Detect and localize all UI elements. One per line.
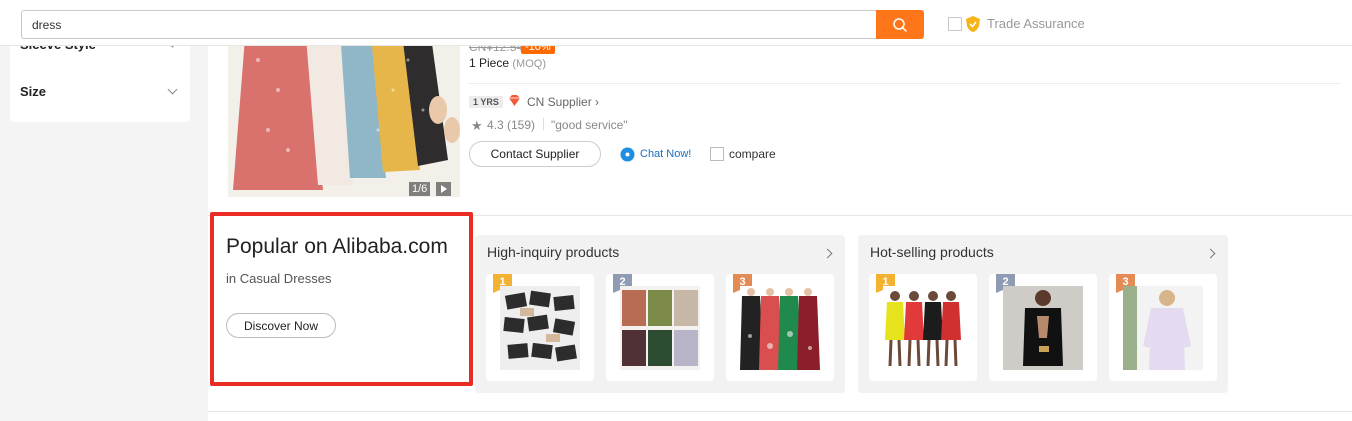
rec-product-thumb[interactable]: 2 bbox=[606, 274, 714, 381]
product-photo-icon bbox=[620, 286, 700, 370]
moq-quantity: 1 Piece bbox=[469, 56, 510, 70]
main-panel: 1/6 CN¥12.54 -10% 1 Piece (MOQ) 1 YRS CN… bbox=[208, 0, 1352, 421]
trade-assurance-checkbox[interactable] bbox=[948, 17, 962, 31]
chevron-right-icon[interactable] bbox=[822, 248, 833, 259]
rec-title: Hot-selling products bbox=[870, 244, 994, 260]
years-badge: 1 YRS bbox=[469, 96, 503, 108]
supplier-link[interactable]: CN Supplier › bbox=[527, 95, 599, 109]
compare-label: compare bbox=[729, 147, 776, 161]
rec-title: High-inquiry products bbox=[487, 244, 620, 260]
popular-section: Popular on Alibaba.com in Casual Dresses… bbox=[210, 212, 473, 386]
product-photo-icon bbox=[1123, 286, 1203, 370]
rec-product-thumb[interactable]: 3 bbox=[726, 274, 834, 381]
popular-title: Popular on Alibaba.com bbox=[226, 235, 448, 258]
play-icon[interactable] bbox=[436, 182, 451, 196]
rec-product-thumb[interactable]: 3 bbox=[1109, 274, 1217, 381]
discover-now-button[interactable]: Discover Now bbox=[226, 313, 336, 338]
image-counter: 1/6 bbox=[409, 182, 431, 196]
divider bbox=[469, 83, 1341, 84]
product-photo-icon bbox=[500, 286, 580, 370]
search-icon bbox=[893, 17, 908, 32]
hot-selling-card: Hot-selling products 1 2 3 bbox=[858, 235, 1228, 393]
chat-icon[interactable] bbox=[620, 147, 635, 162]
product-photo-icon bbox=[883, 286, 963, 370]
contact-supplier-button[interactable]: Contact Supplier bbox=[469, 141, 601, 167]
rec-product-thumb[interactable]: 2 bbox=[989, 274, 1097, 381]
filter-size[interactable]: Size bbox=[20, 79, 180, 103]
chevron-right-icon[interactable] bbox=[1205, 248, 1216, 259]
shield-icon bbox=[966, 16, 980, 32]
trade-assurance-label: Trade Assurance bbox=[987, 16, 1085, 31]
chevron-down-icon bbox=[167, 84, 178, 94]
filter-size-label: Size bbox=[20, 83, 47, 99]
product-photo-icon bbox=[740, 286, 820, 370]
moq-note: (MOQ) bbox=[512, 58, 546, 70]
divider bbox=[208, 411, 1352, 412]
moq-info: 1 Piece (MOQ) bbox=[469, 56, 546, 70]
divider bbox=[543, 118, 544, 130]
review-tag: "good service" bbox=[551, 118, 628, 132]
popular-subtitle: in Casual Dresses bbox=[226, 271, 332, 286]
rec-product-thumb[interactable]: 1 bbox=[486, 274, 594, 381]
star-icon: ★ bbox=[471, 118, 483, 133]
search-bar: Trade Assurance bbox=[0, 0, 1352, 46]
product-photo-icon bbox=[1003, 286, 1083, 370]
high-inquiry-card: High-inquiry products 1 2 3 bbox=[475, 235, 845, 393]
chat-now-link[interactable]: Chat Now! bbox=[640, 148, 691, 160]
search-input[interactable] bbox=[21, 10, 877, 39]
diamond-icon bbox=[509, 95, 520, 106]
search-button[interactable] bbox=[876, 10, 924, 39]
rec-product-thumb[interactable]: 1 bbox=[869, 274, 977, 381]
rating: 4.3 (159) bbox=[487, 118, 536, 132]
compare-checkbox[interactable] bbox=[710, 147, 724, 161]
